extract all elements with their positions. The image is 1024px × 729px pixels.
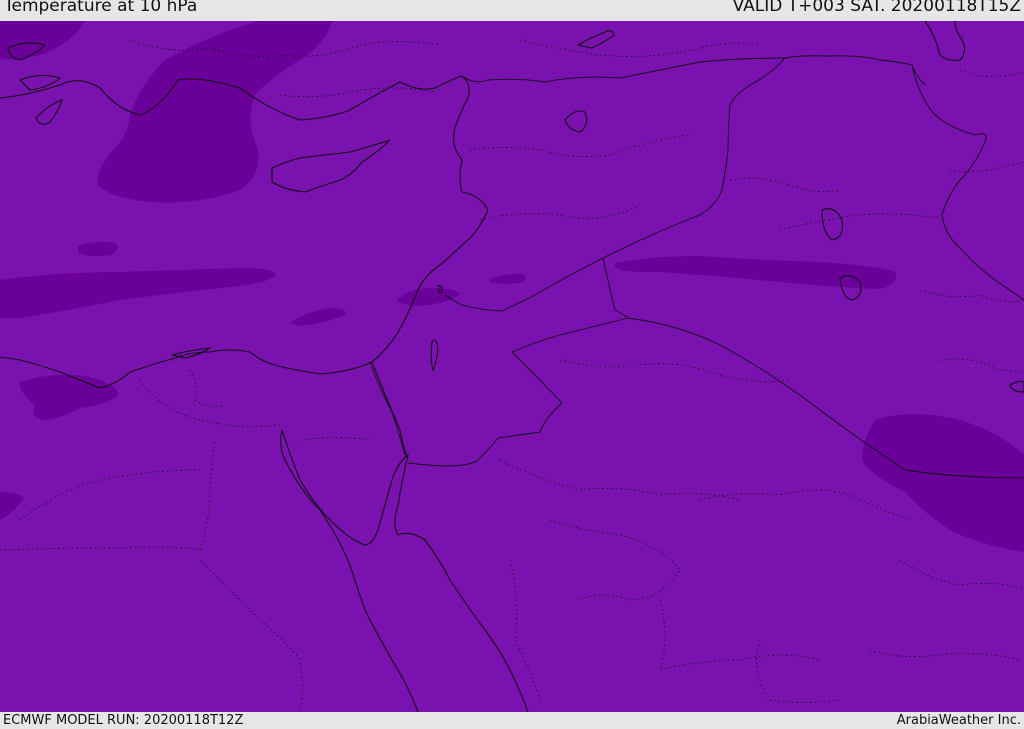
footer-bar: ECMWF MODEL RUN: 20200118T12Z ArabiaWeat…	[0, 712, 1024, 729]
credit-text: ArabiaWeather Inc.	[896, 713, 1021, 728]
weather-map-svg	[0, 21, 1024, 712]
map-canvas	[0, 21, 1024, 712]
valid-time: VALID T+003 SAT. 20200118T15Z	[732, 0, 1021, 16]
model-run: ECMWF MODEL RUN: 20200118T12Z	[3, 713, 244, 728]
map-title: Temperature at 10 hPa	[4, 0, 198, 16]
header-bar: Temperature at 10 hPa VALID T+003 SAT. 2…	[0, 0, 1024, 21]
